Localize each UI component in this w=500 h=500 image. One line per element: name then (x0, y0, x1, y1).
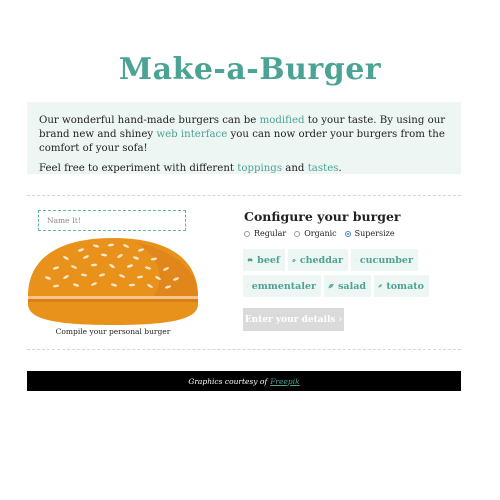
toppings-link[interactable]: toppings (237, 163, 282, 174)
ingredient-label: tomato (386, 280, 424, 292)
leaf-icon (328, 283, 334, 289)
ingredient-label: cucumber (359, 254, 413, 266)
footer-bar: Graphics courtesy of Freepik (27, 371, 461, 391)
modified-link[interactable]: modified (260, 115, 305, 126)
intro-text: Feel free to experiment with different (39, 163, 238, 174)
intro-text: . (338, 163, 342, 174)
radio-regular[interactable] (244, 230, 250, 237)
size-option-regular[interactable]: Regular (244, 229, 286, 238)
intro-panel: Our wonderful hand-made burgers can be m… (27, 102, 461, 174)
ingredient-cheddar-button[interactable]: cheddar (288, 249, 348, 271)
ingredient-label: emmentaler (251, 280, 316, 292)
web-interface-link[interactable]: web interface (156, 129, 227, 140)
ingredient-label: cheddar (299, 254, 343, 266)
ingredient-cucumber-button[interactable]: cucumber (351, 249, 418, 271)
size-options: Regular Organic Supersize (244, 229, 403, 238)
intro-text: Our wonderful hand-made burgers can be (39, 115, 260, 126)
divider (27, 349, 461, 350)
footer-text: Graphics courtesy of (188, 376, 268, 386)
size-option-organic[interactable]: Organic (294, 229, 337, 238)
intro-paragraph-2: Feel free to experiment with different t… (39, 162, 449, 176)
cow-icon (247, 258, 253, 263)
tastes-link[interactable]: tastes (308, 163, 339, 174)
ingredient-label: salad (338, 280, 366, 292)
configure-heading: Configure your burger (244, 209, 401, 224)
enter-details-button[interactable]: Enter your details › (243, 308, 344, 331)
burger-name-input[interactable] (38, 210, 186, 231)
size-label-supersize: Supersize (354, 229, 395, 238)
burger-bun-illustration (28, 238, 198, 325)
ingredient-label: beef (257, 254, 280, 266)
burger-caption: Compile your personal burger (55, 327, 171, 336)
ingredient-tomato-button[interactable]: tomato (374, 275, 429, 297)
cheese-icon (292, 258, 296, 262)
leaf-icon (378, 284, 382, 288)
radio-supersize[interactable] (344, 230, 351, 237)
ingredient-salad-button[interactable]: salad (324, 275, 371, 297)
burger-preview (26, 238, 200, 330)
leaf-icon (355, 259, 356, 261)
ingredient-beef-button[interactable]: beef (243, 249, 285, 271)
cheese-icon (247, 285, 248, 287)
freepik-link[interactable]: Freepik (270, 377, 299, 386)
intro-text: and (282, 163, 308, 174)
radio-organic[interactable] (294, 230, 301, 237)
ingredient-emmentaler-button[interactable]: emmentaler (243, 275, 321, 297)
page-title: Make-a-Burger (118, 52, 382, 87)
size-label-organic: Organic (304, 229, 337, 238)
size-label-regular: Regular (254, 229, 287, 238)
divider (27, 195, 461, 196)
intro-paragraph-1: Our wonderful hand-made burgers can be m… (39, 114, 449, 156)
size-option-supersize[interactable]: Supersize (344, 229, 395, 238)
